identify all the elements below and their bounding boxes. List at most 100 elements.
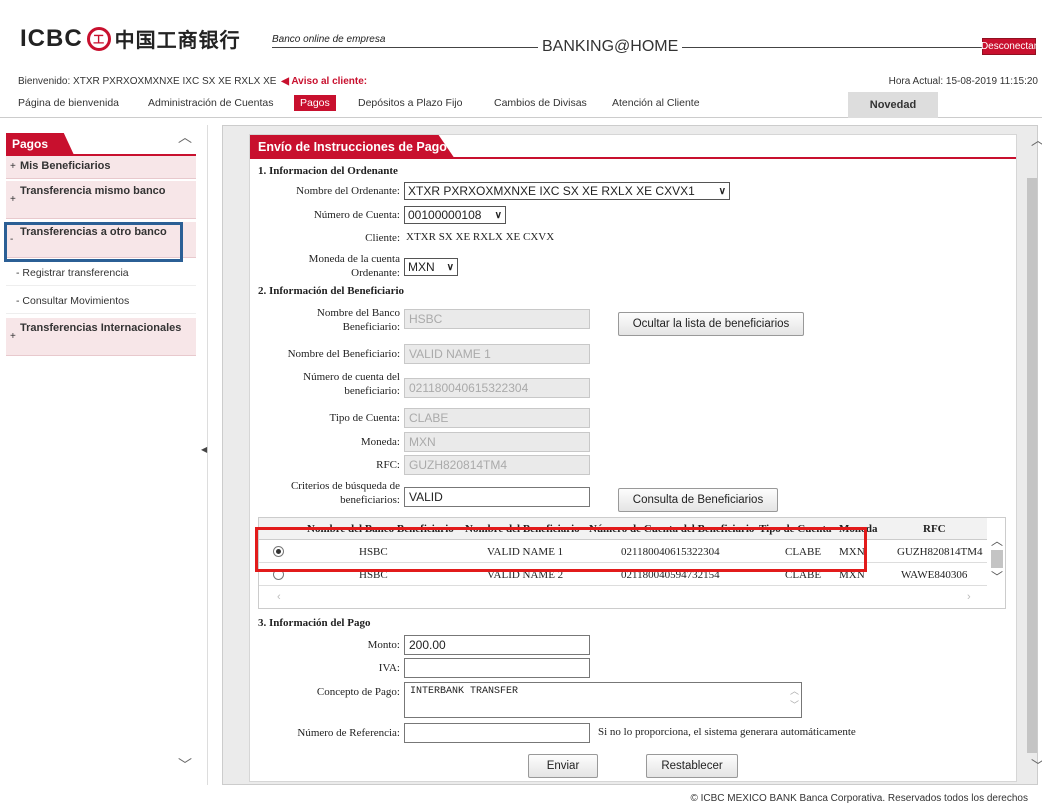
tipo-cuenta-label: Tipo de Cuenta: bbox=[329, 412, 401, 424]
criterios-input[interactable]: VALID bbox=[404, 487, 590, 507]
ordenante-label: Nombre del Ordenante: bbox=[296, 185, 400, 197]
moneda-beneficiario-field: MXN bbox=[404, 432, 590, 452]
banking-title: BANKING@HOME bbox=[538, 38, 683, 56]
referencia-input[interactable] bbox=[404, 723, 590, 743]
sidebar-scroll-up-icon[interactable]: ︿ bbox=[178, 127, 192, 147]
chevron-down-icon: ∨ bbox=[446, 261, 454, 273]
expand-icon: + bbox=[10, 194, 16, 205]
notice-link[interactable]: ◀ Aviso al cliente: bbox=[281, 76, 367, 87]
nav-depositos[interactable]: Depósitos a Plazo Fijo bbox=[358, 97, 462, 109]
expand-icon: + bbox=[10, 161, 16, 172]
main-panel: ︿ ﹀ Envío de Instrucciones de Pago 1. In… bbox=[222, 125, 1042, 785]
sidebar-scroll-down-icon[interactable]: ﹀ bbox=[178, 755, 192, 775]
moneda-value: MXN bbox=[408, 260, 435, 274]
textarea-scroll-icon[interactable]: ︿ ﹀ bbox=[790, 685, 799, 713]
sidebar-title: Pagos bbox=[6, 133, 74, 155]
table-vertical-scrollbar[interactable]: ︿ ﹀ bbox=[989, 534, 1005, 594]
referencia-hint: Si no lo proporciona, el sistema generar… bbox=[598, 726, 856, 738]
numero-cuenta-label: Número de cuenta del beneficiario: bbox=[270, 370, 400, 398]
chevron-up-icon[interactable]: ︿ bbox=[991, 532, 1003, 549]
table-scroll-thumb[interactable] bbox=[991, 550, 1003, 568]
restablecer-button[interactable]: Restablecer bbox=[646, 754, 738, 778]
welcome-text: Bienvenido: XTXR PXRXOXMXNXE IXC SX XE R… bbox=[18, 76, 367, 87]
sidebar-item-label: Mis Beneficiarios bbox=[20, 160, 111, 172]
iva-input[interactable] bbox=[404, 658, 590, 678]
rfc-label: RFC: bbox=[376, 459, 400, 471]
sidebar-sub-consultar[interactable]: - Consultar Movimientos bbox=[6, 288, 196, 314]
sidebar-item-mis-beneficiarios[interactable]: + Mis Beneficiarios bbox=[6, 156, 196, 179]
banco-label: Nombre del Banco Beneficiario: bbox=[270, 306, 400, 334]
chevron-down-icon: ∨ bbox=[718, 185, 726, 197]
nombre-beneficiario-field: VALID NAME 1 bbox=[404, 344, 590, 364]
section-ordenante: 1. Informacion del Ordenante bbox=[258, 165, 398, 177]
online-label: Banco online de empresa bbox=[272, 34, 386, 45]
chevron-left-icon[interactable]: ‹ bbox=[277, 591, 281, 603]
banco-label-line2: Beneficiario: bbox=[342, 321, 400, 333]
cuenta-value: 00100000108 bbox=[408, 208, 482, 222]
form-title: Envío de Instrucciones de Pago bbox=[250, 135, 455, 159]
moneda-select[interactable]: MXN ∨ bbox=[404, 258, 458, 276]
nombre-beneficiario-label: Nombre del Beneficiario: bbox=[287, 348, 400, 360]
iva-label: IVA: bbox=[378, 662, 400, 674]
current-time: Hora Actual: 15-08-2019 11:15:20 bbox=[888, 76, 1038, 87]
moneda-beneficiario-label: Moneda: bbox=[360, 436, 400, 448]
consulta-beneficiarios-button[interactable]: Consulta de Beneficiarios bbox=[618, 488, 778, 512]
cuenta-label: Número de Cuenta: bbox=[313, 209, 400, 221]
form-title-line bbox=[250, 157, 1016, 159]
rfc-field: GUZH820814TM4 bbox=[404, 455, 590, 475]
moneda-label-line1: Moneda de la cuenta bbox=[308, 253, 400, 265]
nav-bienvenida[interactable]: Página de bienvenida bbox=[18, 97, 119, 109]
ocultar-beneficiarios-button[interactable]: Ocultar la lista de beneficiarios bbox=[618, 312, 804, 336]
td-rfc: WAWE840306 bbox=[901, 569, 968, 581]
concepto-textarea[interactable]: INTERBANK TRANSFER ︿ ﹀ bbox=[404, 682, 802, 718]
section-beneficiario: 2. Información del Beneficiario bbox=[258, 285, 405, 297]
banco-label-line1: Nombre del Banco bbox=[316, 307, 400, 319]
table-horizontal-scrollbar[interactable]: ‹ › bbox=[259, 590, 987, 606]
numero-cuenta-field: 021180040615322304 bbox=[404, 378, 590, 398]
main-scroll-up-icon[interactable]: ︿ bbox=[1031, 130, 1042, 150]
nav-administracion[interactable]: Administración de Cuentas bbox=[148, 97, 273, 109]
referencia-label: Número de Referencia: bbox=[297, 727, 400, 739]
header: ICBC 工 中国工商银行 Banco online de empresa BA… bbox=[0, 0, 1042, 65]
sidebar-sub-registrar[interactable]: - Registrar transferencia bbox=[6, 260, 196, 286]
chevron-down-icon[interactable]: ﹀ bbox=[991, 568, 1003, 585]
ordenante-select[interactable]: XTXR PXRXOXMXNXE IXC SX XE RXLX XE CXVX1… bbox=[404, 182, 730, 200]
moneda-label-line2: Ordenante: bbox=[351, 267, 400, 279]
section-pago: 3. Información del Pago bbox=[258, 617, 371, 629]
monto-input[interactable]: 200.00 bbox=[404, 635, 590, 655]
cliente-label: Cliente: bbox=[365, 232, 400, 244]
monto-label: Monto: bbox=[367, 639, 400, 651]
criterios-label-line2: beneficiarios: bbox=[340, 494, 400, 506]
logout-button[interactable]: Desconectar bbox=[981, 38, 1037, 55]
logo-text: ICBC bbox=[20, 24, 83, 52]
nav-atencion[interactable]: Atención al Cliente bbox=[612, 97, 700, 109]
welcome-user: Bienvenido: XTXR PXRXOXMXNXE IXC SX XE R… bbox=[18, 76, 277, 87]
banco-field: HSBC bbox=[404, 309, 590, 329]
highlight-box-selected-row bbox=[255, 527, 867, 572]
sidebar-item-label: Transferencias Internacionales bbox=[20, 322, 182, 334]
cuenta-select[interactable]: 00100000108 ∨ bbox=[404, 206, 506, 224]
th-rfc: RFC bbox=[923, 523, 946, 535]
ordenante-value: XTXR PXRXOXMXNXE IXC SX XE RXLX XE CXVX1 bbox=[408, 184, 695, 198]
chevron-down-icon: ∨ bbox=[494, 209, 502, 221]
highlight-box-sidebar bbox=[4, 222, 183, 262]
nav-pagos[interactable]: Pagos bbox=[294, 95, 336, 111]
payment-form: Envío de Instrucciones de Pago 1. Inform… bbox=[249, 134, 1017, 782]
concepto-label: Concepto de Pago: bbox=[316, 686, 400, 698]
main-scrollbar[interactable] bbox=[1027, 178, 1037, 753]
num-label-line1: Número de cuenta del bbox=[303, 371, 400, 383]
enviar-button[interactable]: Enviar bbox=[528, 754, 598, 778]
concepto-value: INTERBANK TRANSFER bbox=[410, 686, 519, 697]
criterios-label: Criterios de búsqueda de beneficiarios: bbox=[270, 479, 400, 507]
sidebar-item-internacionales[interactable]: + Transferencias Internacionales bbox=[6, 318, 196, 356]
moneda-ordenante-label: Moneda de la cuenta Ordenante: bbox=[270, 252, 400, 280]
sidebar-item-mismo-banco[interactable]: + Transferencia mismo banco bbox=[6, 181, 196, 219]
sidebar-collapse-icon[interactable]: ◀ bbox=[201, 445, 207, 454]
novedad-tab[interactable]: Novedad bbox=[848, 92, 938, 118]
criterios-label-line1: Criterios de búsqueda de bbox=[290, 480, 400, 492]
chevron-right-icon[interactable]: › bbox=[967, 591, 971, 603]
cliente-value: XTXR SX XE RXLX XE CXVX bbox=[406, 231, 555, 243]
sidebar-item-label: Transferencia mismo banco bbox=[20, 185, 166, 197]
nav-cambios[interactable]: Cambios de Divisas bbox=[494, 97, 587, 109]
main-scroll-down-icon[interactable]: ﹀ bbox=[1031, 756, 1042, 776]
